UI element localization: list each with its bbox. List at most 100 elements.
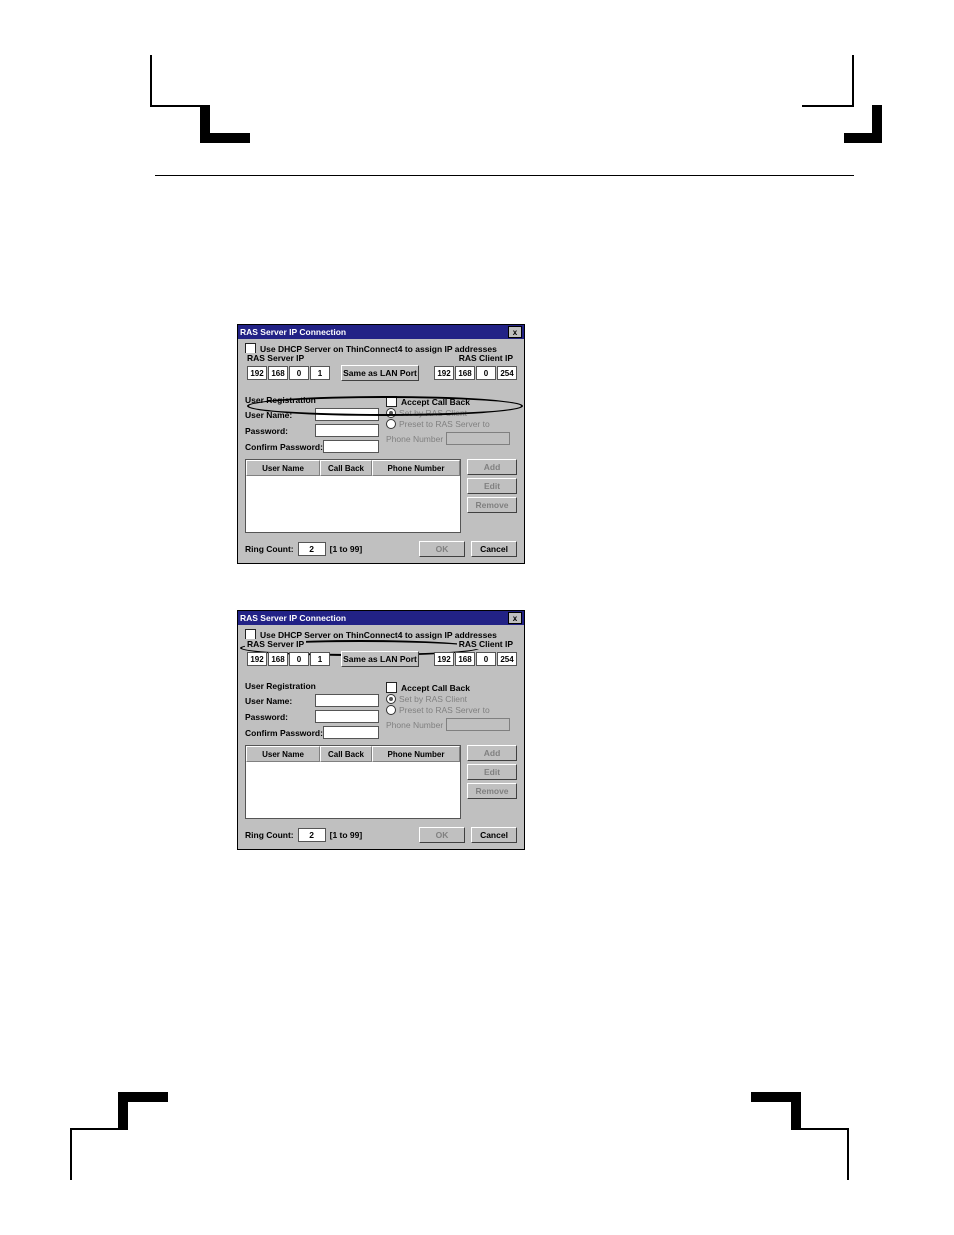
crop-mark [844,105,882,143]
ip-octet[interactable]: 1 [310,366,330,380]
client-ip-label: RAS Client IP [457,639,515,649]
phone-number-input [446,432,510,445]
dialog-titlebar[interactable]: RAS Server IP Connection x [238,611,524,625]
confirm-password-input[interactable] [323,440,379,453]
preset-server-radio[interactable] [386,705,396,715]
client-ip-label: RAS Client IP [457,353,515,363]
ip-octet[interactable]: 0 [476,652,496,666]
dialog-footer: Ring Count: 2 [1 to 99] OK Cancel [245,827,517,843]
ip-octet[interactable]: 192 [247,652,267,666]
user-registration-section: User Registration User Name: Password: C… [245,681,517,739]
cancel-button[interactable]: Cancel [471,541,517,557]
ring-count-label: Ring Count: [245,830,294,840]
ring-count-input[interactable]: 2 [298,828,326,842]
close-icon[interactable]: x [508,612,522,624]
client-ip-inputs: 192 168 0 254 [434,366,517,380]
same-as-lan-button[interactable]: Same as LAN Port [341,651,419,667]
dialog-body: Use DHCP Server on ThinConnect4 to assig… [238,339,524,563]
confirm-password-input[interactable] [323,726,379,739]
server-ip-inputs: 192 168 0 1 [247,652,330,666]
ok-button[interactable]: OK [419,827,465,843]
ip-octet[interactable]: 254 [497,366,517,380]
crop-mark [150,55,202,107]
username-label: User Name: [245,410,315,420]
th-phone[interactable]: Phone Number [372,460,460,476]
th-callback[interactable]: Call Back [320,460,372,476]
th-callback[interactable]: Call Back [320,746,372,762]
ip-octet[interactable]: 192 [247,366,267,380]
ip-group: RAS Server IP RAS Client IP 192 168 0 1 … [245,357,517,387]
dialog-body: Use DHCP Server on ThinConnect4 to assig… [238,625,524,849]
dialog-titlebar[interactable]: RAS Server IP Connection x [238,325,524,339]
accept-callback-checkbox[interactable] [386,682,397,693]
user-registration-section: User Registration User Name: Password: C… [245,395,517,453]
client-ip-inputs: 192 168 0 254 [434,652,517,666]
ok-button[interactable]: OK [419,541,465,557]
ip-octet[interactable]: 168 [268,652,288,666]
ip-octet[interactable]: 1 [310,652,330,666]
crop-mark [751,1092,801,1130]
dialog-footer: Ring Count: 2 [1 to 99] OK Cancel [245,541,517,557]
preset-server-label: Preset to RAS Server to [399,705,490,715]
ip-octet[interactable]: 254 [497,652,517,666]
confirm-password-label: Confirm Password: [245,728,323,738]
phone-number-input [446,718,510,731]
accept-callback-label: Accept Call Back [401,683,470,693]
ip-octet[interactable]: 0 [289,652,309,666]
user-table-area: User Name Call Back Phone Number Add Edi… [245,745,517,819]
ip-octet[interactable]: 0 [289,366,309,380]
same-as-lan-label: Same as LAN Port [343,368,417,378]
ring-count-input[interactable]: 2 [298,542,326,556]
ras-server-dialog: RAS Server IP Connection x Use DHCP Serv… [237,610,525,850]
remove-button[interactable]: Remove [467,497,517,513]
dhcp-label: Use DHCP Server on ThinConnect4 to assig… [260,344,497,354]
ip-octet[interactable]: 0 [476,366,496,380]
set-by-client-radio[interactable] [386,408,396,418]
password-input[interactable] [315,424,379,437]
user-reg-heading: User Registration [245,395,380,405]
cancel-button[interactable]: Cancel [471,827,517,843]
ring-count-label: Ring Count: [245,544,294,554]
accept-callback-label: Accept Call Back [401,397,470,407]
ip-octet[interactable]: 192 [434,652,454,666]
same-as-lan-label: Same as LAN Port [343,654,417,664]
phone-number-label: Phone Number [386,434,443,444]
accept-callback-checkbox[interactable] [386,396,397,407]
set-by-client-radio[interactable] [386,694,396,704]
ras-server-dialog: RAS Server IP Connection x Use DHCP Serv… [237,324,525,564]
user-table-area: User Name Call Back Phone Number Add Edi… [245,459,517,533]
add-button[interactable]: Add [467,745,517,761]
set-by-client-label: Set by RAS Client [399,408,467,418]
crop-mark [797,1128,849,1180]
username-input[interactable] [315,694,379,707]
edit-button[interactable]: Edit [467,764,517,780]
same-as-lan-button[interactable]: Same as LAN Port [341,365,419,381]
close-icon[interactable]: x [508,326,522,338]
user-table[interactable]: User Name Call Back Phone Number [245,745,461,819]
server-ip-label: RAS Server IP [245,639,306,649]
crop-mark [118,1092,168,1130]
th-phone[interactable]: Phone Number [372,746,460,762]
preset-server-radio[interactable] [386,419,396,429]
password-input[interactable] [315,710,379,723]
crop-mark [70,1128,122,1180]
confirm-password-label: Confirm Password: [245,442,323,452]
password-label: Password: [245,712,315,722]
ip-octet[interactable]: 192 [434,366,454,380]
ip-octet[interactable]: 168 [455,652,475,666]
th-username[interactable]: User Name [246,460,320,476]
ip-octet[interactable]: 168 [455,366,475,380]
dialog-title: RAS Server IP Connection [240,613,508,623]
ip-octet[interactable]: 168 [268,366,288,380]
th-username[interactable]: User Name [246,746,320,762]
ring-range-label: [1 to 99] [330,830,363,840]
user-table[interactable]: User Name Call Back Phone Number [245,459,461,533]
username-input[interactable] [315,408,379,421]
add-button[interactable]: Add [467,459,517,475]
phone-number-label: Phone Number [386,720,443,730]
ring-range-label: [1 to 99] [330,544,363,554]
username-label: User Name: [245,696,315,706]
remove-button[interactable]: Remove [467,783,517,799]
edit-button[interactable]: Edit [467,478,517,494]
dhcp-label: Use DHCP Server on ThinConnect4 to assig… [260,630,497,640]
